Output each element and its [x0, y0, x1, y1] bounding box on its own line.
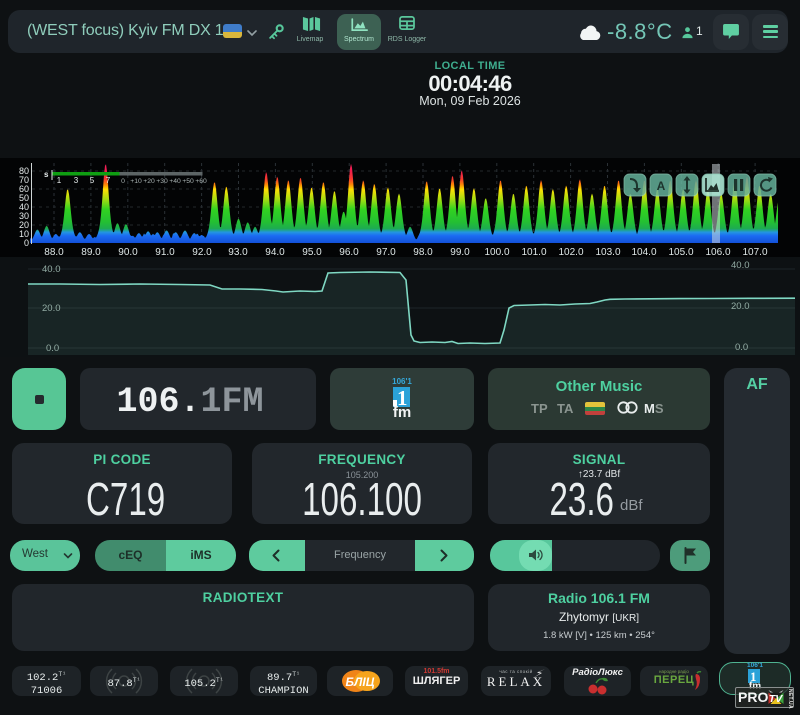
svg-text:0.0: 0.0 — [46, 343, 59, 354]
svg-text:0.0: 0.0 — [735, 342, 748, 353]
svg-text:БЛІЦ: БЛІЦ — [346, 675, 375, 689]
svg-text:40.0: 40.0 — [731, 260, 750, 271]
svg-text:TV: TV — [769, 693, 783, 705]
svg-text:40.0: 40.0 — [42, 264, 61, 275]
svg-text:20.0: 20.0 — [731, 301, 750, 312]
svg-text:20.0: 20.0 — [42, 303, 61, 314]
